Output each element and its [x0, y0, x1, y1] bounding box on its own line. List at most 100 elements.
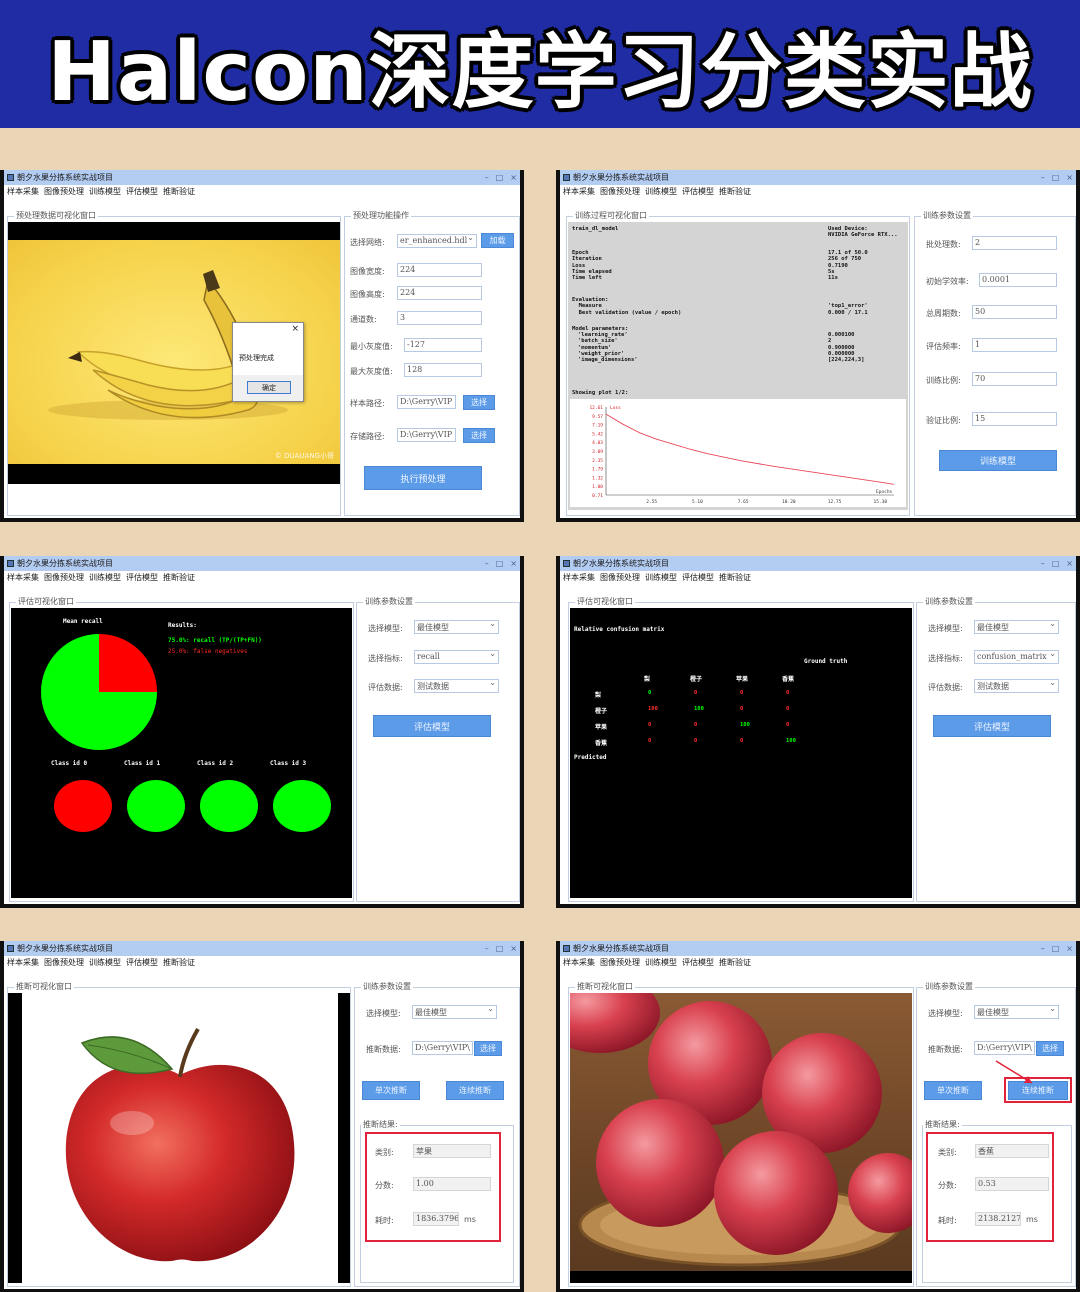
eval-freq-input[interactable]: 1 [972, 338, 1057, 352]
width-input[interactable]: 224 [397, 263, 482, 277]
maximize-icon[interactable]: □ [496, 944, 504, 953]
eval-data-select[interactable]: 测试数据 [974, 679, 1059, 693]
title-bar: 朝夕水果分拣系统实战项目 – □ × [4, 941, 520, 956]
menu-sample-collect[interactable]: 样本采集 [563, 186, 595, 197]
menu-preprocess[interactable]: 图像预处理 [600, 957, 640, 968]
metric-select[interactable]: recall [414, 650, 499, 664]
continuous-infer-button[interactable]: 连续推断 [446, 1081, 504, 1100]
minimize-icon[interactable]: – [485, 173, 489, 182]
model-select[interactable]: 最佳模型 [974, 620, 1059, 634]
menu-sample-collect[interactable]: 样本采集 [563, 572, 595, 583]
menu-evaluate[interactable]: 评估模型 [682, 957, 714, 968]
menu-evaluate[interactable]: 评估模型 [682, 186, 714, 197]
minimize-icon[interactable]: – [1041, 559, 1045, 568]
infer-image-window[interactable] [570, 993, 912, 1283]
infer-data-select-button[interactable]: 选择 [1036, 1041, 1064, 1056]
preprocess-image-window[interactable]: © DUAUANG小哥 × 预处理完成 确定 [8, 222, 340, 484]
lr-input[interactable]: 0.0001 [979, 273, 1057, 287]
maximize-icon[interactable]: □ [1052, 173, 1060, 182]
store-path-input[interactable]: D:\Gerry\VIP [397, 428, 456, 442]
menu-sample-collect[interactable]: 样本采集 [563, 957, 595, 968]
class-label: 类别: [938, 1148, 957, 1157]
evaluate-button[interactable]: 评估模型 [933, 715, 1051, 737]
train-ratio-label: 训练比例: [926, 376, 961, 385]
infer-data-select-button[interactable]: 选择 [474, 1041, 502, 1056]
menu-infer[interactable]: 推断验证 [719, 957, 751, 968]
menu-sample-collect[interactable]: 样本采集 [7, 572, 39, 583]
menu-train[interactable]: 训练模型 [645, 572, 677, 583]
menu-infer[interactable]: 推断验证 [719, 572, 751, 583]
menu-evaluate[interactable]: 评估模型 [126, 957, 158, 968]
sample-path-input[interactable]: D:\Gerry\VIP [397, 395, 456, 409]
single-infer-button[interactable]: 单次推断 [362, 1081, 420, 1100]
menu-train[interactable]: 训练模型 [645, 957, 677, 968]
dialog-ok-button[interactable]: 确定 [247, 381, 291, 394]
min-gray-input[interactable]: -127 [404, 338, 482, 352]
infer-data-input[interactable]: D:\Gerry\VIP\ [974, 1041, 1035, 1055]
model-select[interactable]: 最佳模型 [412, 1005, 497, 1019]
menu-sample-collect[interactable]: 样本采集 [7, 957, 39, 968]
menu-preprocess[interactable]: 图像预处理 [600, 572, 640, 583]
close-icon[interactable]: × [1066, 944, 1073, 953]
menu-infer[interactable]: 推断验证 [719, 186, 751, 197]
menu-preprocess[interactable]: 图像预处理 [44, 572, 84, 583]
model-label: 选择模型: [928, 624, 963, 633]
minimize-icon[interactable]: – [1041, 173, 1045, 182]
max-gray-input[interactable]: 128 [404, 363, 482, 377]
menu-evaluate[interactable]: 评估模型 [126, 186, 158, 197]
dialog-close-icon[interactable]: × [291, 324, 299, 334]
batch-input[interactable]: 2 [972, 236, 1057, 250]
eval-confusion-viz-window[interactable]: Relative confusion matrix Ground truth P… [570, 608, 912, 898]
val-ratio-input[interactable]: 15 [972, 412, 1057, 426]
menu-preprocess[interactable]: 图像预处理 [44, 186, 84, 197]
height-input[interactable]: 224 [397, 286, 482, 300]
eval-recall-viz-window[interactable]: Mean recall Results: 75.0%: recall (TP/(… [11, 608, 352, 898]
menu-preprocess[interactable]: 图像预处理 [44, 957, 84, 968]
maximize-icon[interactable]: □ [1052, 559, 1060, 568]
maximize-icon[interactable]: □ [1052, 944, 1060, 953]
channels-input[interactable]: 3 [397, 311, 482, 325]
load-button[interactable]: 加载 [481, 233, 514, 248]
sample-path-select-button[interactable]: 选择 [463, 395, 495, 410]
minimize-icon[interactable]: – [485, 944, 489, 953]
close-icon[interactable]: × [510, 944, 517, 953]
cm-cell: 0 [786, 706, 790, 712]
menu-train[interactable]: 训练模型 [89, 572, 121, 583]
epochs-input[interactable]: 50 [972, 305, 1057, 319]
network-select[interactable]: er_enhanced.hdl [397, 234, 477, 248]
train-model-button[interactable]: 训练模型 [939, 450, 1057, 471]
infer-data-input[interactable]: D:\Gerry\VIP\ [412, 1041, 473, 1055]
evaluate-button[interactable]: 评估模型 [373, 715, 491, 737]
maximize-icon[interactable]: □ [496, 173, 504, 182]
result-group-label: 推断结果: [923, 1120, 962, 1130]
menu-train[interactable]: 训练模型 [645, 186, 677, 197]
infer-image-window[interactable] [8, 993, 350, 1283]
menu-infer[interactable]: 推断验证 [163, 186, 195, 197]
eval-labels: Evaluation: Measure Best validation (val… [572, 297, 681, 316]
training-viz-window[interactable]: train_dl_model Used Device: NVIDIA GeFor… [568, 222, 908, 510]
metric-select[interactable]: confusion_matrix [974, 650, 1059, 664]
menu-sample-collect[interactable]: 样本采集 [7, 186, 39, 197]
menu-preprocess[interactable]: 图像预处理 [600, 186, 640, 197]
menu-evaluate[interactable]: 评估模型 [682, 572, 714, 583]
menu-infer[interactable]: 推断验证 [163, 957, 195, 968]
maximize-icon[interactable]: □ [496, 559, 504, 568]
minimize-icon[interactable]: – [485, 559, 489, 568]
single-infer-button[interactable]: 单次推断 [924, 1081, 982, 1100]
model-select[interactable]: 最佳模型 [414, 620, 499, 634]
menu-evaluate[interactable]: 评估模型 [126, 572, 158, 583]
run-preprocess-button[interactable]: 执行预处理 [364, 466, 482, 490]
minimize-icon[interactable]: – [1041, 944, 1045, 953]
y-tick-label: 9.57 [592, 414, 603, 420]
model-select[interactable]: 最佳模型 [974, 1005, 1059, 1019]
close-icon[interactable]: × [1066, 173, 1073, 182]
close-icon[interactable]: × [510, 173, 517, 182]
train-ratio-input[interactable]: 70 [972, 372, 1057, 386]
menu-train[interactable]: 训练模型 [89, 186, 121, 197]
close-icon[interactable]: × [510, 559, 517, 568]
eval-data-select[interactable]: 测试数据 [414, 679, 499, 693]
store-path-select-button[interactable]: 选择 [463, 428, 495, 443]
menu-train[interactable]: 训练模型 [89, 957, 121, 968]
close-icon[interactable]: × [1066, 559, 1073, 568]
menu-infer[interactable]: 推断验证 [163, 572, 195, 583]
